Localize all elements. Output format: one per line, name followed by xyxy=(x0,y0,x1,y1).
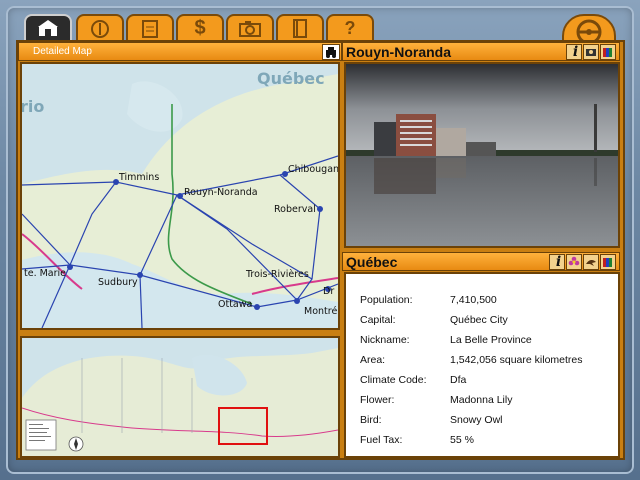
books-icon xyxy=(603,48,612,57)
fact-row-population: Population: 7,410,500 xyxy=(360,290,583,310)
city-title: Rouyn-Noranda xyxy=(346,43,451,60)
fact-row-fuel-tax: Fuel Tax: 55 % xyxy=(360,430,583,450)
fact-row-nickname: Nickname: La Belle Province xyxy=(360,330,583,350)
question-icon: ? xyxy=(344,17,356,38)
region-label-quebec: Québec xyxy=(257,69,325,88)
fact-value: Dfa xyxy=(450,374,467,386)
province-books-button[interactable] xyxy=(600,254,616,270)
city-title-bar: Rouyn-Noranda i xyxy=(342,42,620,61)
province-bird-button[interactable] xyxy=(583,254,599,270)
bird-icon xyxy=(586,259,596,266)
city-photo xyxy=(346,64,618,246)
book-tab[interactable] xyxy=(276,14,324,40)
fact-label: Area: xyxy=(360,354,386,366)
map-title: Detailed Map xyxy=(33,46,92,57)
city-label-roberval[interactable]: Roberval xyxy=(274,204,316,215)
fact-value: Madonna Lily xyxy=(450,394,513,406)
camera-icon xyxy=(239,21,261,37)
fact-value: Snowy Owl xyxy=(450,414,503,426)
province-title: Québec xyxy=(346,253,398,270)
province-info-panel: Population: 7,410,500 Capital: Québec City… xyxy=(344,272,620,458)
info-icon: i xyxy=(555,254,562,270)
city-label-timmins[interactable]: Timmins xyxy=(118,172,159,183)
fact-row-flower: Flower: Madonna Lily xyxy=(360,390,583,410)
fact-row-capital: Capital: Québec City xyxy=(360,310,583,330)
fact-label: Fuel Tax: xyxy=(360,434,403,446)
overview-canvas xyxy=(22,338,338,456)
region-label-ontario: rio xyxy=(22,97,44,116)
clipboard-tab[interactable] xyxy=(126,14,174,40)
flower-icon xyxy=(568,256,580,266)
fact-label: Flower: xyxy=(360,394,395,406)
fact-value: 7,410,500 xyxy=(450,294,497,306)
book-icon xyxy=(293,19,307,38)
info-icon: i xyxy=(572,44,579,60)
steering-wheel-icon xyxy=(576,19,602,42)
city-label-sault-ste-marie[interactable]: te. Marie xyxy=(24,268,66,279)
services-icon xyxy=(586,49,596,56)
money-tab[interactable]: $ xyxy=(176,14,224,40)
fact-value: 55 % xyxy=(450,434,474,446)
city-label-trois-rivieres[interactable]: Trois-Rivières xyxy=(245,269,309,280)
car-icon xyxy=(326,47,336,58)
province-facts-table: Population: 7,410,500 Capital: Québec City… xyxy=(360,290,583,450)
fact-label: Nickname: xyxy=(360,334,410,346)
help-tab[interactable]: ? xyxy=(326,14,374,40)
overview-map[interactable] xyxy=(20,336,340,458)
compass-icon xyxy=(91,20,109,38)
map-title-bar: Detailed Map xyxy=(18,42,342,61)
province-flower-button[interactable] xyxy=(566,254,582,270)
camera-tab[interactable] xyxy=(226,14,274,40)
compass-tab[interactable] xyxy=(76,14,124,40)
city-label-chibougamau[interactable]: Chibougan xyxy=(288,164,338,175)
province-title-bar: Québec i xyxy=(342,252,620,271)
city-info-button[interactable]: i xyxy=(566,44,582,60)
city-photo-frame xyxy=(344,62,620,248)
city-label-rouyn-noranda[interactable]: Rouyn-Noranda xyxy=(184,187,258,198)
fact-label: Bird: xyxy=(360,414,382,426)
dollar-icon: $ xyxy=(194,16,206,39)
province-info-button[interactable]: i xyxy=(549,254,565,270)
fact-value: Québec City xyxy=(450,314,508,326)
city-label-ottawa[interactable]: Ottawa xyxy=(218,299,252,310)
fact-value: 1,542,056 square kilometres xyxy=(450,354,583,366)
fact-label: Climate Code: xyxy=(360,374,427,386)
home-icon xyxy=(38,20,58,36)
detailed-map[interactable]: Québec rio Timmins Rouyn-Noranda Chiboug… xyxy=(20,62,340,330)
car-button[interactable] xyxy=(322,44,340,60)
map-canvas: Québec rio Timmins Rouyn-Noranda Chiboug… xyxy=(22,64,338,328)
books-icon xyxy=(603,258,612,267)
city-services-button[interactable] xyxy=(583,44,599,60)
clipboard-icon xyxy=(142,20,158,38)
city-label-sudbury[interactable]: Sudbury xyxy=(98,277,138,288)
fact-row-bird: Bird: Snowy Owl xyxy=(360,410,583,430)
fact-row-climate: Climate Code: Dfa xyxy=(360,370,583,390)
fact-label: Capital: xyxy=(360,314,396,326)
city-label-montreal[interactable]: Montré xyxy=(304,306,337,317)
fact-label: Population: xyxy=(360,294,413,306)
fact-row-area: Area: 1,542,056 square kilometres xyxy=(360,350,583,370)
home-tab[interactable] xyxy=(24,14,72,40)
city-label-drummondville[interactable]: Dr xyxy=(323,286,334,297)
city-books-button[interactable] xyxy=(600,44,616,60)
fact-value: La Belle Province xyxy=(450,334,532,346)
